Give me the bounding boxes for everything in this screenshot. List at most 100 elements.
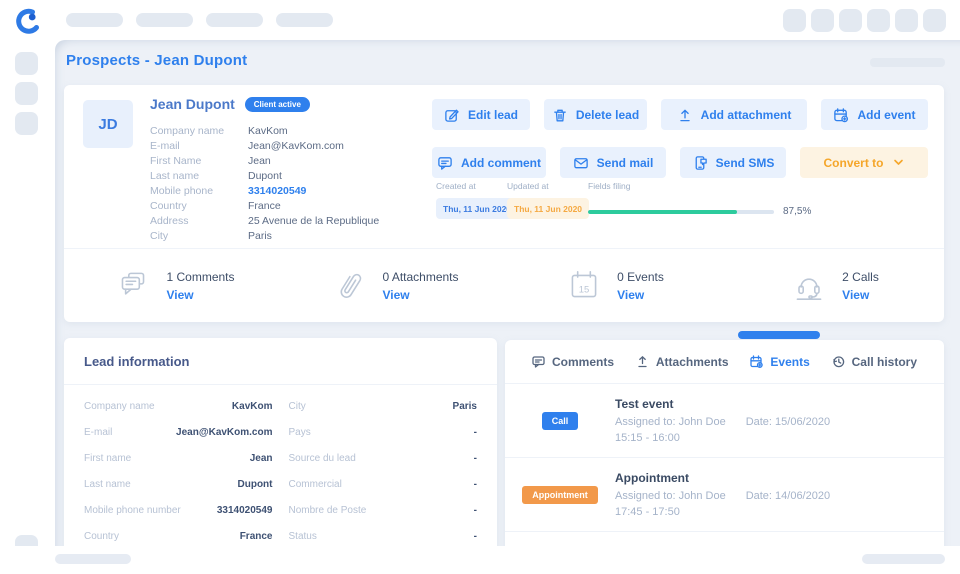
stat-count: 0 Events bbox=[617, 269, 664, 284]
comments-icon bbox=[122, 272, 145, 295]
sidebar bbox=[0, 0, 55, 574]
tab-comments[interactable]: Comments bbox=[532, 355, 614, 369]
event-time: 17:45 - 17:50 bbox=[615, 506, 680, 518]
event-date: Date: 15/06/2020 bbox=[745, 416, 831, 428]
topbar-icon-placeholder[interactable] bbox=[839, 8, 862, 32]
sms-icon bbox=[695, 155, 707, 170]
active-tab-indicator bbox=[738, 331, 820, 339]
lead-info-row: E-mail Jean@KavKom.com Pays - bbox=[84, 426, 477, 438]
tab-attachments[interactable]: Attachments bbox=[636, 355, 729, 369]
field-label: Mobile phone bbox=[150, 184, 214, 197]
calendar-plus-icon bbox=[834, 107, 849, 122]
bottom-right-placeholder bbox=[862, 554, 945, 564]
lead-info-row: Company name KavKom City Paris bbox=[84, 400, 477, 412]
field-value: Jean bbox=[248, 154, 271, 167]
event-item[interactable]: Call Test event Assigned to: John Doe Da… bbox=[505, 384, 944, 458]
calendar-icon bbox=[750, 355, 764, 368]
updated-at-value: Thu, 11 Jun 2020 bbox=[507, 198, 590, 219]
field-value: Paris bbox=[248, 229, 272, 242]
lead-meta-row: Created at Thu, 11 Jun 2020 Updated at T… bbox=[432, 181, 928, 225]
event-item[interactable]: Appointment Appointment Assigned to: Joh… bbox=[505, 458, 944, 532]
field-value: France bbox=[248, 199, 281, 212]
lead-info-row: Last name Dupont Commercial - bbox=[84, 478, 477, 490]
field-value: Dupont bbox=[248, 169, 282, 182]
nav-item-placeholder[interactable] bbox=[206, 13, 263, 27]
comment-icon bbox=[532, 356, 545, 368]
top-navigation-bar bbox=[55, 0, 960, 40]
event-title: Appointment bbox=[615, 471, 689, 485]
convert-to-button[interactable]: Convert to bbox=[800, 147, 928, 178]
topbar-icon-placeholder[interactable] bbox=[923, 8, 946, 32]
lead-info-row: First name Jean Source du lead - bbox=[84, 452, 477, 464]
event-type-badge: Appointment bbox=[522, 485, 598, 504]
sidebar-menu-placeholder[interactable] bbox=[15, 52, 38, 75]
nav-item-placeholder[interactable] bbox=[136, 13, 193, 27]
bottom-bar bbox=[0, 546, 960, 574]
avatar: JD bbox=[83, 100, 133, 148]
topbar-icon-placeholder[interactable] bbox=[895, 8, 918, 32]
attachments-stat: 0 Attachments View bbox=[284, 249, 504, 322]
field-label: Last name bbox=[150, 169, 200, 182]
sidebar-menu-placeholder[interactable] bbox=[15, 112, 38, 135]
envelope-icon bbox=[573, 157, 588, 168]
fields-filling-block: Fields filing 87,5% bbox=[588, 181, 928, 217]
topbar-icon-placeholder[interactable] bbox=[783, 8, 806, 32]
event-date: Date: 14/06/2020 bbox=[745, 490, 831, 502]
prospect-summary-card: JD Jean Dupont Client active Company nam… bbox=[64, 85, 944, 322]
comment-icon bbox=[438, 156, 452, 170]
created-at-label: Created at bbox=[436, 181, 476, 191]
svg-text:15: 15 bbox=[579, 284, 590, 295]
tab-call-history[interactable]: Call history bbox=[832, 355, 917, 369]
title-right-placeholder bbox=[870, 58, 945, 67]
nav-item-placeholder[interactable] bbox=[66, 13, 123, 27]
profile-field-list: Company name KavKom E-mail Jean@KavKom.com… bbox=[150, 123, 379, 243]
trash-icon bbox=[553, 109, 566, 121]
prospect-name: Jean Dupont bbox=[150, 96, 235, 112]
lead-information-panel: Lead information Company name KavKom City… bbox=[64, 338, 497, 574]
field-label: E-mail bbox=[150, 139, 180, 152]
view-events-link[interactable]: View bbox=[617, 288, 664, 302]
view-calls-link[interactable]: View bbox=[842, 288, 879, 302]
upload-icon bbox=[638, 356, 647, 368]
field-label: Country bbox=[150, 199, 187, 212]
calls-stat: 2 Calls View bbox=[724, 249, 944, 322]
main-content: Prospects - Jean Dupont JD Jean Dupont C… bbox=[55, 40, 960, 574]
stat-count: 2 Calls bbox=[842, 269, 879, 284]
field-label: First Name bbox=[150, 154, 202, 167]
fields-filling-progressbar bbox=[588, 209, 774, 214]
topbar-icon-placeholder[interactable] bbox=[867, 8, 890, 32]
status-badge: Client active bbox=[244, 96, 310, 112]
created-at-block: Created at Thu, 11 Jun 2020 bbox=[436, 181, 519, 219]
tab-events[interactable]: Events bbox=[750, 355, 810, 369]
sidebar-menu-placeholder[interactable] bbox=[15, 82, 38, 105]
add-event-button[interactable]: Add event bbox=[821, 99, 928, 130]
add-comment-button[interactable]: Add comment bbox=[432, 147, 546, 178]
edit-lead-button[interactable]: Edit lead bbox=[432, 99, 530, 130]
mobile-phone-link[interactable]: 3314020549 bbox=[248, 185, 306, 197]
field-value: 25 Avenue de la Republique bbox=[248, 214, 380, 227]
activity-panel: Comments Attachments Events Call history… bbox=[505, 331, 944, 574]
history-icon bbox=[832, 356, 844, 368]
paperclip-icon bbox=[341, 273, 362, 298]
view-attachments-link[interactable]: View bbox=[382, 288, 458, 302]
send-sms-button[interactable]: Send SMS bbox=[680, 147, 786, 178]
field-value: Jean@KavKom.com bbox=[248, 139, 344, 152]
field-value: KavKom bbox=[248, 124, 288, 137]
fields-filling-progress-fill bbox=[588, 209, 737, 214]
events-stat: 15 0 Events View bbox=[504, 249, 724, 322]
topbar-icon-placeholder[interactable] bbox=[811, 8, 834, 32]
event-type-badge: Call bbox=[541, 411, 579, 430]
field-label: Address bbox=[150, 214, 189, 227]
delete-lead-button[interactable]: Delete lead bbox=[544, 99, 647, 130]
event-assigned: Assigned to: John Doe bbox=[615, 490, 726, 502]
edit-icon bbox=[445, 109, 459, 122]
add-attachment-button[interactable]: Add attachment bbox=[661, 99, 807, 130]
event-time: 15:15 - 16:00 bbox=[615, 432, 680, 444]
kavkom-logo-icon[interactable] bbox=[13, 7, 41, 40]
send-mail-button[interactable]: Send mail bbox=[560, 147, 666, 178]
comments-stat: 1 Comments View bbox=[64, 249, 284, 322]
calendar-icon: 15 bbox=[571, 270, 597, 297]
nav-item-placeholder[interactable] bbox=[276, 13, 333, 27]
view-comments-link[interactable]: View bbox=[166, 288, 234, 302]
lead-information-title: Lead information bbox=[84, 353, 190, 369]
